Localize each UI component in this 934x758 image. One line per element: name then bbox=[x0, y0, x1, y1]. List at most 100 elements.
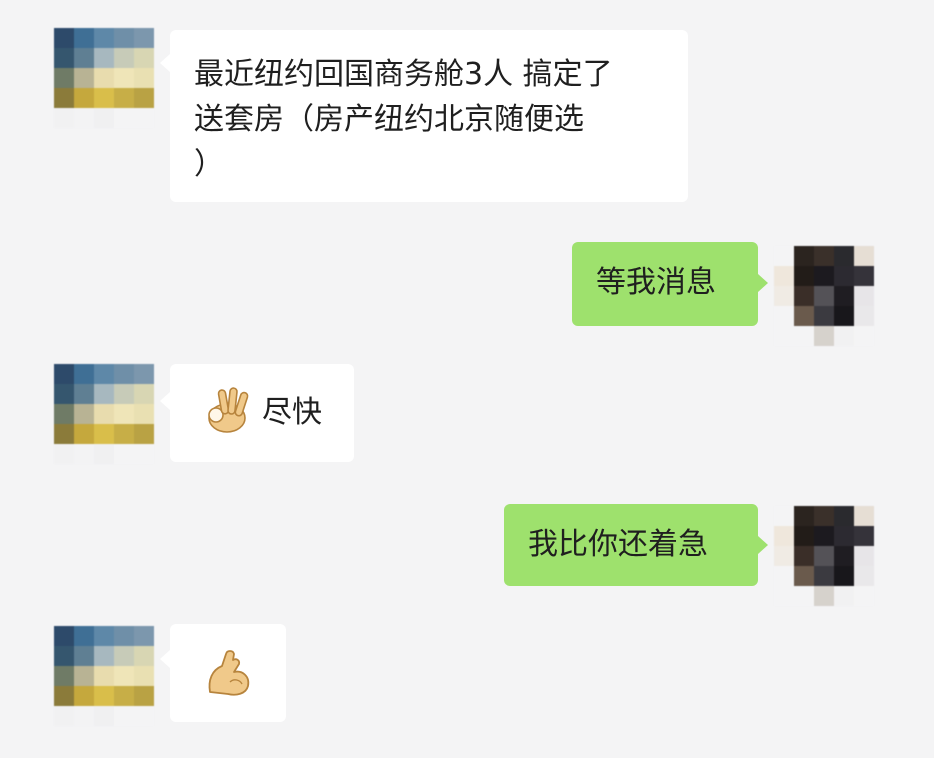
avatar-pixel bbox=[94, 364, 114, 384]
self-avatar[interactable] bbox=[774, 506, 874, 606]
avatar-pixel bbox=[814, 306, 834, 326]
avatar-pixel bbox=[54, 48, 74, 68]
avatar-pixel bbox=[114, 444, 134, 464]
message-text: 尽快 bbox=[262, 395, 322, 430]
avatar-pixel bbox=[854, 506, 874, 526]
avatar-pixel bbox=[54, 108, 74, 128]
avatar-pixel bbox=[54, 404, 74, 424]
avatar-pixel bbox=[774, 286, 794, 306]
avatar-pixel bbox=[74, 404, 94, 424]
contact-avatar[interactable] bbox=[54, 28, 154, 128]
avatar-pixel bbox=[94, 686, 114, 706]
message-bubble-incoming[interactable]: 尽快 bbox=[170, 364, 354, 462]
contact-avatar[interactable] bbox=[54, 626, 154, 726]
avatar-pixel bbox=[54, 384, 74, 404]
avatar-pixel bbox=[134, 626, 154, 646]
avatar-pixel bbox=[74, 666, 94, 686]
avatar-pixel bbox=[74, 108, 94, 128]
avatar-pixel bbox=[74, 626, 94, 646]
avatar-pixel bbox=[854, 246, 874, 266]
message-bubble-outgoing[interactable]: 等我消息 bbox=[572, 242, 758, 326]
avatar-pixel bbox=[74, 28, 94, 48]
avatar-pixel bbox=[794, 246, 814, 266]
avatar-pixel bbox=[94, 384, 114, 404]
self-avatar[interactable] bbox=[774, 246, 874, 346]
avatar-pixel bbox=[94, 88, 114, 108]
avatar-pixel bbox=[114, 666, 134, 686]
avatar-pixel bbox=[54, 68, 74, 88]
avatar-pixel bbox=[54, 28, 74, 48]
avatar-pixel bbox=[794, 526, 814, 546]
message-bubble-outgoing[interactable]: 我比你还着急 bbox=[504, 504, 758, 586]
avatar-pixel bbox=[134, 68, 154, 88]
avatar-pixel bbox=[814, 546, 834, 566]
message-text-line: 送套房（房产纽约北京随便选 bbox=[194, 102, 584, 137]
bubble-tail bbox=[160, 392, 170, 410]
avatar-pixel bbox=[94, 108, 114, 128]
avatar-pixel bbox=[54, 706, 74, 726]
avatar-pixel bbox=[834, 306, 854, 326]
avatar-pixel bbox=[774, 506, 794, 526]
message-text: 我比你还着急 bbox=[528, 527, 708, 562]
avatar-pixel bbox=[834, 246, 854, 266]
avatar-pixel bbox=[794, 286, 814, 306]
avatar-pixel bbox=[74, 364, 94, 384]
avatar-pixel bbox=[114, 108, 134, 128]
avatar-pixel bbox=[74, 48, 94, 68]
avatar-pixel bbox=[134, 88, 154, 108]
avatar-pixel bbox=[74, 424, 94, 444]
avatar-pixel bbox=[114, 68, 134, 88]
message-bubble-incoming[interactable]: 最近纽约回国商务舱3人 搞定了 送套房（房产纽约北京随便选 ） bbox=[170, 30, 688, 202]
message-bubble-incoming[interactable] bbox=[170, 624, 286, 722]
avatar-pixel bbox=[854, 526, 874, 546]
avatar-pixel bbox=[854, 266, 874, 286]
avatar-pixel bbox=[134, 108, 154, 128]
avatar-pixel bbox=[854, 306, 874, 326]
avatar-pixel bbox=[774, 246, 794, 266]
avatar-pixel bbox=[834, 566, 854, 586]
message-text: 等我消息 bbox=[596, 265, 716, 300]
avatar-pixel bbox=[774, 326, 794, 346]
avatar-pixel bbox=[794, 326, 814, 346]
avatar-pixel bbox=[114, 646, 134, 666]
avatar-pixel bbox=[134, 48, 154, 68]
avatar-pixel bbox=[794, 506, 814, 526]
avatar-pixel bbox=[814, 566, 834, 586]
contact-avatar[interactable] bbox=[54, 364, 154, 464]
avatar-pixel bbox=[94, 646, 114, 666]
avatar-pixel bbox=[814, 286, 834, 306]
avatar-pixel bbox=[814, 506, 834, 526]
flexed-biceps-icon bbox=[208, 650, 250, 696]
avatar-pixel bbox=[114, 48, 134, 68]
avatar-pixel bbox=[94, 48, 114, 68]
avatar-pixel bbox=[74, 68, 94, 88]
avatar-pixel bbox=[814, 526, 834, 546]
avatar-pixel bbox=[834, 526, 854, 546]
avatar-pixel bbox=[54, 364, 74, 384]
avatar-pixel bbox=[74, 444, 94, 464]
avatar-pixel bbox=[774, 526, 794, 546]
message-text-line: ） bbox=[194, 147, 224, 182]
avatar-pixel bbox=[854, 326, 874, 346]
avatar-pixel bbox=[134, 666, 154, 686]
avatar-pixel bbox=[94, 28, 114, 48]
avatar-pixel bbox=[854, 566, 874, 586]
avatar-pixel bbox=[114, 384, 134, 404]
avatar-pixel bbox=[814, 266, 834, 286]
avatar-pixel bbox=[814, 246, 834, 266]
avatar-pixel bbox=[794, 566, 814, 586]
ok-hand-icon bbox=[208, 387, 249, 433]
avatar-pixel bbox=[134, 364, 154, 384]
avatar-pixel bbox=[74, 384, 94, 404]
avatar-pixel bbox=[814, 326, 834, 346]
avatar-pixel bbox=[74, 706, 94, 726]
avatar-pixel bbox=[834, 546, 854, 566]
avatar-pixel bbox=[794, 546, 814, 566]
bubble-tail bbox=[160, 650, 170, 668]
avatar-pixel bbox=[834, 326, 854, 346]
avatar-pixel bbox=[134, 404, 154, 424]
avatar-pixel bbox=[834, 506, 854, 526]
avatar-pixel bbox=[134, 28, 154, 48]
avatar-pixel bbox=[114, 686, 134, 706]
avatar-pixel bbox=[54, 626, 74, 646]
